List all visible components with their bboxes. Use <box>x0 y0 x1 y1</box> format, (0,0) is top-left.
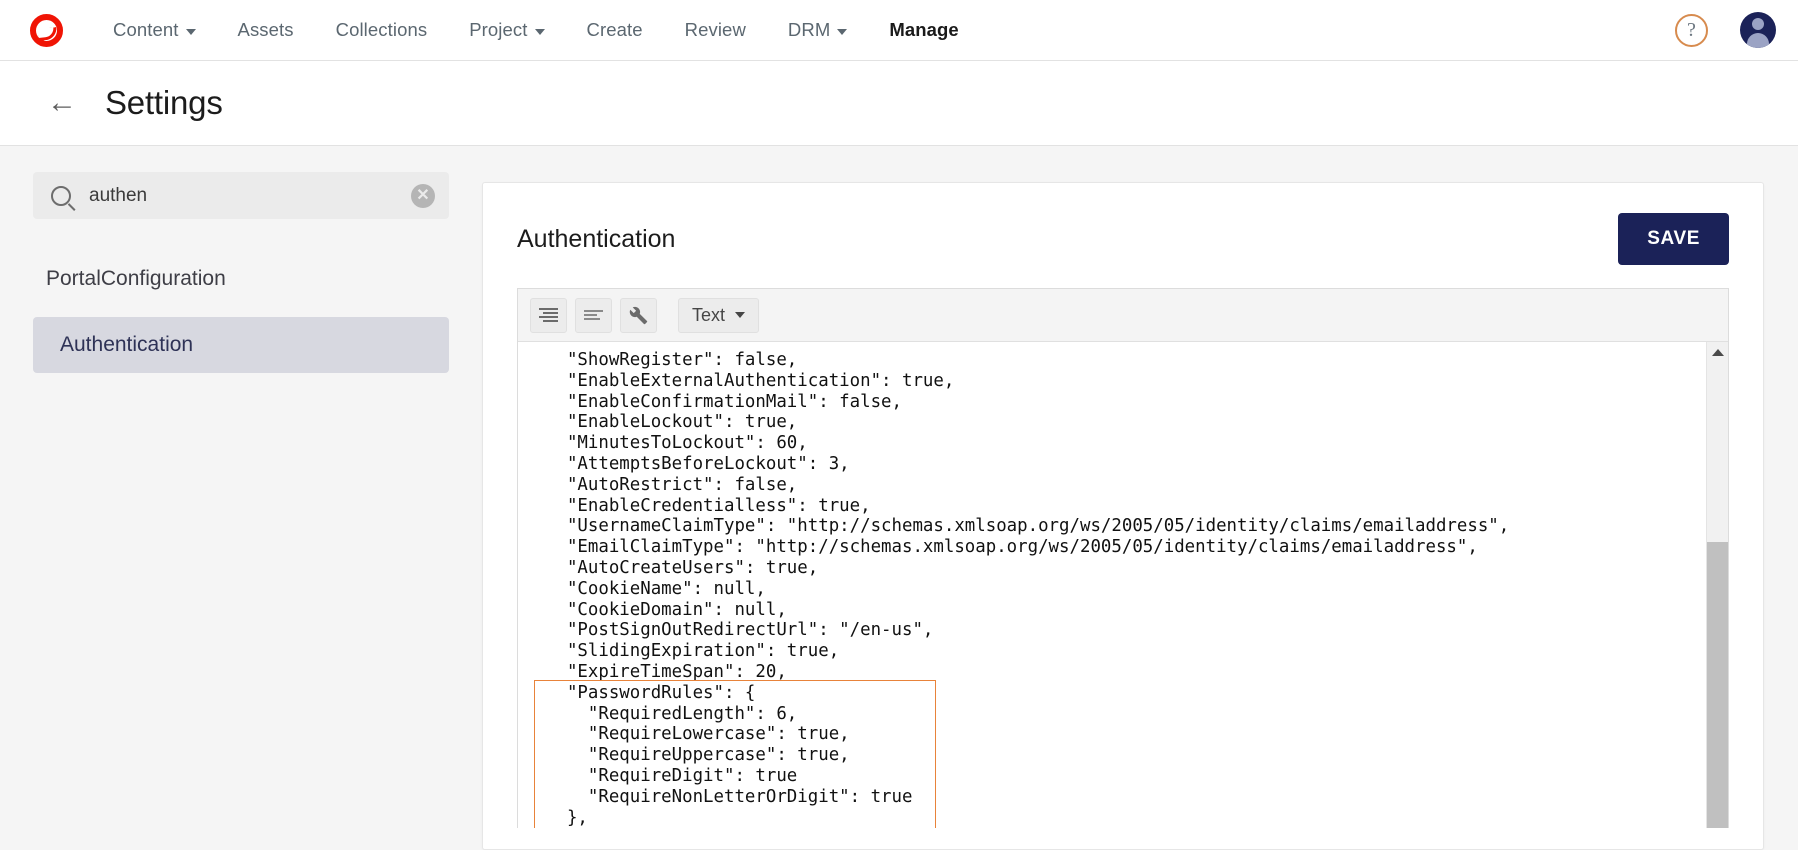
triangle-up-icon <box>1711 348 1724 356</box>
wrench-icon-glyph <box>629 306 648 324</box>
code-line: "AttemptsBeforeLockout": 3, <box>546 453 850 474</box>
settings-card: Authentication SAVE Text "ShowRegister":… <box>482 182 1764 850</box>
indent-icon[interactable] <box>530 297 567 333</box>
code-line: "UsernameClaimType": "http://schemas.xml… <box>546 516 1510 537</box>
code-line: "CookieDomain": null, <box>546 599 787 620</box>
scrollbar-thumb[interactable] <box>1707 542 1728 828</box>
code-line: "RequireUppercase": true, <box>546 745 850 766</box>
nav-item-label: Project <box>469 19 528 40</box>
nav-item-label: Review <box>684 19 746 40</box>
nav-item-label: Content <box>113 19 179 40</box>
nav-item-project[interactable]: Project <box>448 0 565 60</box>
code-line: "EnableConfirmationMail": false, <box>546 391 902 412</box>
nav-item-label: Manage <box>889 19 959 40</box>
align-icon-glyph <box>584 309 603 320</box>
editor-scrollbar[interactable] <box>1706 342 1728 828</box>
code-line: "AutoCreateUsers": true, <box>546 557 819 578</box>
wrench-icon[interactable] <box>620 297 657 333</box>
card-header: Authentication SAVE <box>517 213 1729 265</box>
chevron-down-icon <box>185 29 196 35</box>
text-format-dropdown[interactable]: Text <box>678 297 760 333</box>
editor-toolbar: Text <box>518 289 1728 342</box>
search-box[interactable]: authen ✕ <box>33 172 449 219</box>
code-line: "MinutesToLockout": 60, <box>546 433 808 454</box>
code-line: "EnableLockout": true, <box>546 412 798 433</box>
chevron-down-icon <box>837 29 848 35</box>
back-arrow-icon[interactable]: ← <box>45 86 79 120</box>
clear-search-icon[interactable]: ✕ <box>411 183 435 208</box>
code-line: "ShowRegister": false, <box>546 350 798 370</box>
help-glyph: ? <box>1687 18 1696 41</box>
code-line: "AutoRestrict": false, <box>546 474 798 495</box>
code-line: "ExpireTimeSpan": 20, <box>546 661 787 682</box>
code-line: "RequiredLength": 6, <box>546 703 798 724</box>
user-avatar-icon[interactable] <box>1740 12 1776 48</box>
nav-item-label: Assets <box>237 19 294 40</box>
nav-item-label: DRM <box>787 19 831 40</box>
nav-right-controls: ? <box>1675 0 1776 60</box>
code-line: "SlidingExpiration": true, <box>546 641 840 662</box>
nav-item-manage[interactable]: Manage <box>868 0 979 60</box>
help-icon[interactable]: ? <box>1675 13 1708 47</box>
settings-sidebar: authen ✕ PortalConfiguration Authenticat… <box>0 146 482 850</box>
logo-container[interactable] <box>0 13 92 47</box>
nav-item-content[interactable]: Content <box>92 0 217 60</box>
search-icon <box>51 185 71 206</box>
code-line: }, <box>546 807 588 828</box>
sidebar-item-label: Authentication <box>60 333 194 356</box>
code-line: "CookieName": null, <box>546 578 766 599</box>
sidebar-group-title: PortalConfiguration <box>46 267 226 290</box>
nav-item-assets[interactable]: Assets <box>217 0 315 60</box>
code-line: "EnableCredentialless": true, <box>546 495 871 516</box>
company-logo-icon[interactable] <box>29 13 63 47</box>
sidebar-item-authentication[interactable]: Authentication <box>33 317 449 373</box>
json-editor: Text "ShowRegister": false, "EnableExter… <box>517 288 1729 828</box>
search-input[interactable]: authen <box>89 185 411 207</box>
sidebar-item-list: Authentication <box>33 317 449 373</box>
editor-body[interactable]: "ShowRegister": false, "EnableExternalAu… <box>518 342 1728 828</box>
page-title: Settings <box>105 84 223 121</box>
align-icon[interactable] <box>575 297 612 333</box>
chevron-down-icon <box>735 312 746 318</box>
code-line: "EmailClaimType": "http://schemas.xmlsoa… <box>546 537 1478 558</box>
body-area: authen ✕ PortalConfiguration Authenticat… <box>0 146 1798 850</box>
json-code-content[interactable]: "ShowRegister": false, "EnableExternalAu… <box>518 342 1728 828</box>
code-line: "EnableExternalAuthentication": true, <box>546 370 955 391</box>
code-line: "PasswordRules": { <box>546 682 756 703</box>
indent-icon-glyph <box>539 307 558 322</box>
nav-item-collections[interactable]: Collections <box>315 0 449 60</box>
code-line: "RequireNonLetterOrDigit": true <box>546 786 913 807</box>
main-content-area: Authentication SAVE Text "ShowRegister":… <box>482 146 1798 850</box>
nav-item-review[interactable]: Review <box>664 0 767 60</box>
nav-item-label: Collections <box>335 19 428 40</box>
top-navigation-bar: Content Assets Collections Project Create Rev… <box>0 0 1798 61</box>
code-line: "PostSignOutRedirectUrl": "/en-us", <box>546 620 934 641</box>
nav-item-label: Create <box>586 19 643 40</box>
page-header: ← Settings <box>0 61 1798 146</box>
code-line: "RequireLowercase": true, <box>546 724 850 745</box>
scrollbar-up-arrow[interactable] <box>1707 342 1728 362</box>
save-button[interactable]: SAVE <box>1618 213 1729 265</box>
main-nav-items: Content Assets Collections Project Create Rev… <box>92 0 980 60</box>
code-line: "RequireDigit": true <box>546 765 798 786</box>
chevron-down-icon <box>534 29 545 35</box>
text-format-label: Text <box>692 304 726 325</box>
section-title: Authentication <box>517 225 676 253</box>
nav-item-create[interactable]: Create <box>566 0 664 60</box>
nav-item-drm[interactable]: DRM <box>767 0 868 60</box>
